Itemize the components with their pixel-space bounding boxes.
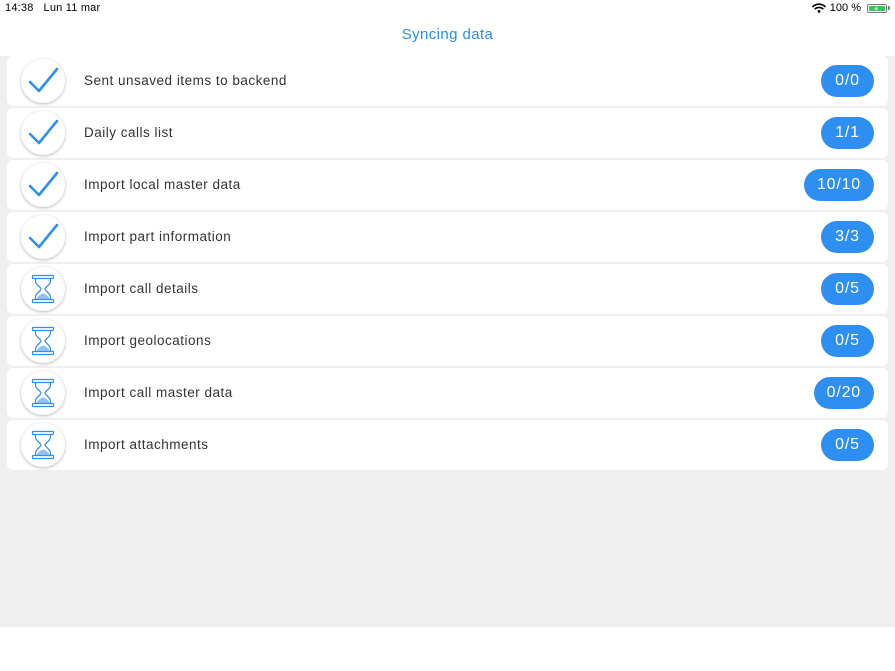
status-left: 14:38 Lun 11 mar	[5, 2, 100, 14]
wifi-icon	[811, 3, 826, 13]
sync-count-badge: 0/20	[813, 377, 874, 409]
sync-row-label: Import geolocations	[84, 333, 212, 348]
footer	[0, 627, 895, 671]
battery-tip	[888, 6, 890, 10]
battery-percent: 100 %	[829, 2, 861, 14]
sync-count-badge: 3/3	[821, 221, 874, 253]
sync-row: Import local master data 10/10	[7, 160, 888, 210]
hourglass-icon	[21, 267, 65, 311]
sync-count-badge: 0/5	[821, 273, 874, 305]
sync-row-label: Sent unsaved items to backend	[84, 73, 287, 88]
status-time: 14:38	[5, 2, 34, 14]
status-bar: 14:38 Lun 11 mar 100 % ⚡	[0, 0, 895, 18]
sync-row: Import geolocations 0/5	[7, 316, 888, 366]
sync-content: Sent unsaved items to backend 0/0 Daily ca…	[0, 56, 895, 627]
check-icon	[21, 215, 65, 259]
sync-row: Import call master data 0/20	[7, 368, 888, 418]
battery-icon: ⚡	[867, 3, 887, 14]
hourglass-icon	[21, 423, 65, 467]
sync-row-label: Import local master data	[84, 177, 241, 192]
page-title: Syncing data	[401, 26, 494, 43]
status-right: 100 % ⚡	[811, 2, 890, 14]
check-icon	[21, 111, 65, 155]
status-date: Lun 11 mar	[43, 2, 101, 14]
sync-row: Import call details 0/5	[7, 264, 888, 314]
sync-row-label: Import call details	[84, 281, 199, 296]
sync-row: Import part information 3/3	[7, 212, 888, 262]
hourglass-icon	[21, 371, 65, 415]
hourglass-icon	[21, 319, 65, 363]
sync-count-badge: 10/10	[803, 169, 874, 201]
sync-row: Sent unsaved items to backend 0/0	[7, 56, 888, 106]
sync-list: Sent unsaved items to backend 0/0 Daily ca…	[7, 56, 888, 472]
sync-row-label: Import call master data	[84, 385, 233, 400]
sync-row: Import attachments 0/5	[7, 420, 888, 470]
sync-count-badge: 1/1	[821, 117, 874, 149]
sync-count-badge: 0/5	[821, 429, 874, 461]
sync-count-badge: 0/0	[821, 65, 874, 97]
sync-row-label: Import part information	[84, 229, 232, 244]
sync-row-label: Daily calls list	[84, 125, 174, 140]
sync-row: Daily calls list 1/1	[7, 108, 888, 158]
sync-count-badge: 0/5	[821, 325, 874, 357]
check-icon	[21, 163, 65, 207]
sync-row-label: Import attachments	[84, 437, 209, 452]
check-icon	[21, 59, 65, 103]
